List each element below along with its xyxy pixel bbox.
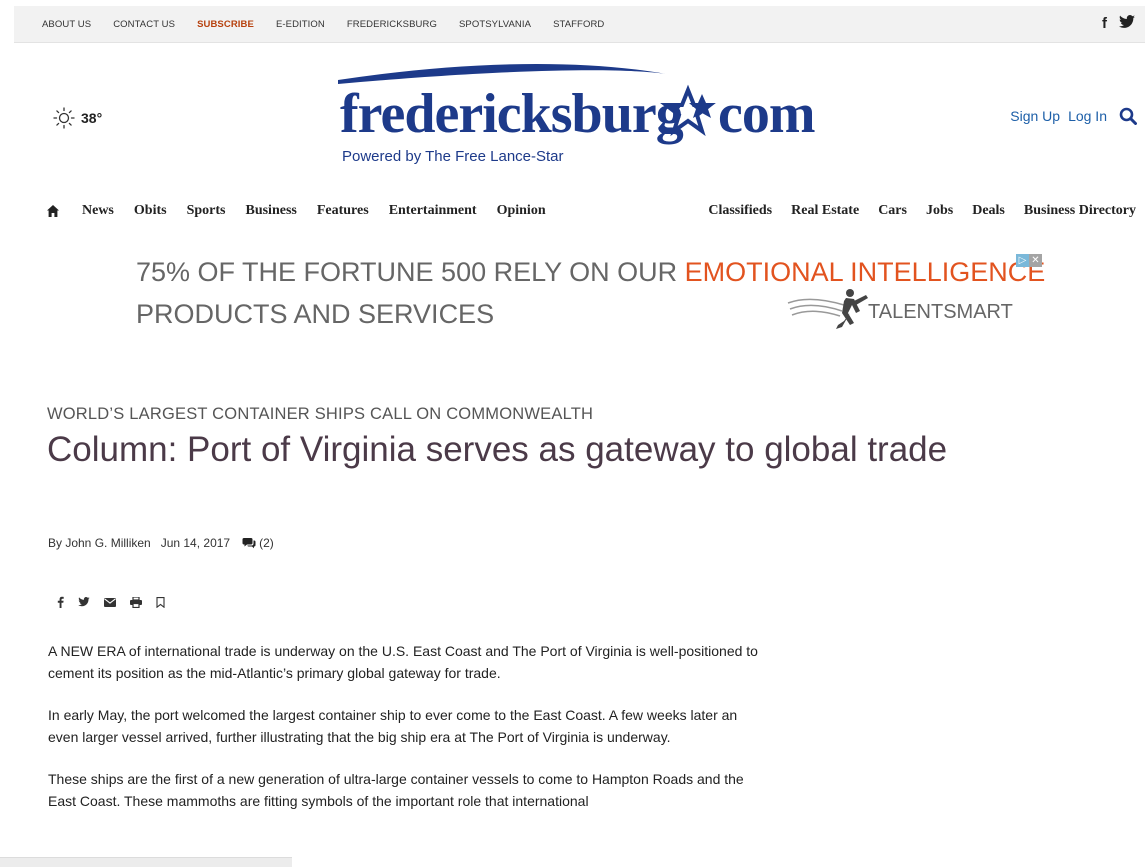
comment-icon (242, 538, 256, 549)
main-navigation: News Obits Sports Business Features Ente… (46, 203, 1136, 223)
email-icon[interactable] (104, 597, 116, 607)
status-strip (0, 857, 292, 867)
top-utility-bar: ABOUT US CONTACT US SUBSCRIBE E-EDITION … (14, 6, 1145, 43)
ad-runner-graphic (787, 289, 868, 329)
marketplace-nav: Classifieds Real Estate Cars Jobs Deals … (689, 203, 1136, 219)
nav-deals[interactable]: Deals (972, 203, 1005, 219)
logo-com: com (718, 83, 816, 145)
adchoices-icon[interactable]: ▷ (1016, 254, 1029, 267)
nav-obits[interactable]: Obits (134, 203, 167, 219)
bookmark-icon[interactable] (156, 596, 165, 608)
facebook-icon[interactable] (57, 596, 64, 608)
logo-tagline: Powered by The Free Lance-Star (342, 148, 564, 165)
nav-classifieds[interactable]: Classifieds (708, 203, 772, 219)
nav-opinion[interactable]: Opinion (497, 203, 546, 219)
facebook-icon[interactable]: f (1102, 15, 1107, 33)
sun-icon (53, 107, 75, 129)
section-nav: News Obits Sports Business Features Ente… (46, 203, 566, 219)
ad-headline: 75% OF THE FORTUNE 500 RELY ON OUR EMOTI… (136, 257, 1045, 288)
publish-date: Jun 14, 2017 (160, 536, 231, 550)
author-name[interactable]: By John G. Milliken (48, 536, 151, 550)
article-kicker: WORLD’S LARGEST CONTAINER SHIPS CALL ON … (47, 405, 594, 423)
nav-news[interactable]: News (82, 203, 114, 219)
close-ad-icon[interactable]: ✕ (1029, 254, 1042, 267)
weather-widget[interactable]: 38° (53, 107, 102, 129)
stafford-link[interactable]: STAFFORD (553, 19, 604, 30)
article-paragraph: These ships are the first of a new gener… (48, 771, 744, 809)
nav-business-directory[interactable]: Business Directory (1024, 203, 1136, 219)
nav-sports[interactable]: Sports (187, 203, 226, 219)
banner-ad[interactable]: 75% OF THE FORTUNE 500 RELY ON OUR EMOTI… (136, 253, 1046, 343)
comment-count: (2) (259, 536, 274, 550)
ad-brand: TALENTSMART (868, 301, 1013, 323)
article-headline: Column: Port of Virginia serves as gatew… (47, 430, 948, 469)
nav-features[interactable]: Features (317, 203, 369, 219)
twitter-icon[interactable] (78, 597, 90, 607)
about-us-link[interactable]: ABOUT US (42, 19, 91, 30)
site-logo[interactable]: fredericksburg com Powered by The Free L… (336, 60, 816, 170)
sign-up-link[interactable]: Sign Up (1010, 108, 1060, 124)
article-paragraph: In early May, the port welcomed the larg… (48, 707, 738, 745)
ad-headline-prefix: 75% OF THE FORTUNE 500 RELY ON OUR (136, 257, 685, 287)
social-links: f (1102, 15, 1135, 33)
log-in-link[interactable]: Log In (1068, 108, 1107, 124)
account-links: Sign Up Log In (1010, 107, 1137, 125)
article-paragraph: A NEW ERA of international trade is unde… (48, 643, 758, 681)
subscribe-link[interactable]: SUBSCRIBE (197, 19, 254, 30)
article-body: A NEW ERA of international trade is unde… (48, 640, 758, 832)
temperature: 38° (81, 110, 103, 126)
nav-jobs[interactable]: Jobs (926, 203, 953, 219)
search-icon[interactable] (1119, 107, 1137, 125)
share-tools (57, 596, 165, 608)
nav-business[interactable]: Business (245, 203, 296, 219)
ad-subline: PRODUCTS AND SERVICES (136, 299, 495, 329)
article-byline: By John G. Milliken Jun 14, 2017 (2) (48, 536, 274, 550)
twitter-icon[interactable] (1119, 15, 1135, 33)
nav-entertainment[interactable]: Entertainment (389, 203, 477, 219)
utility-links: ABOUT US CONTACT US SUBSCRIBE E-EDITION … (42, 19, 626, 30)
print-icon[interactable] (130, 596, 142, 608)
nav-real-estate[interactable]: Real Estate (791, 203, 859, 219)
e-edition-link[interactable]: E-EDITION (276, 19, 325, 30)
adchoices-badge[interactable]: ▷ ✕ (1016, 254, 1044, 267)
fredericksburg-link[interactable]: FREDERICKSBURG (347, 19, 437, 30)
home-icon[interactable] (46, 204, 60, 218)
comments-link[interactable]: (2) (242, 536, 274, 550)
contact-us-link[interactable]: CONTACT US (113, 19, 175, 30)
nav-cars[interactable]: Cars (878, 203, 907, 219)
logo-wordmark: fredericksburg (340, 83, 684, 145)
spotsylvania-link[interactable]: SPOTSYLVANIA (459, 19, 531, 30)
